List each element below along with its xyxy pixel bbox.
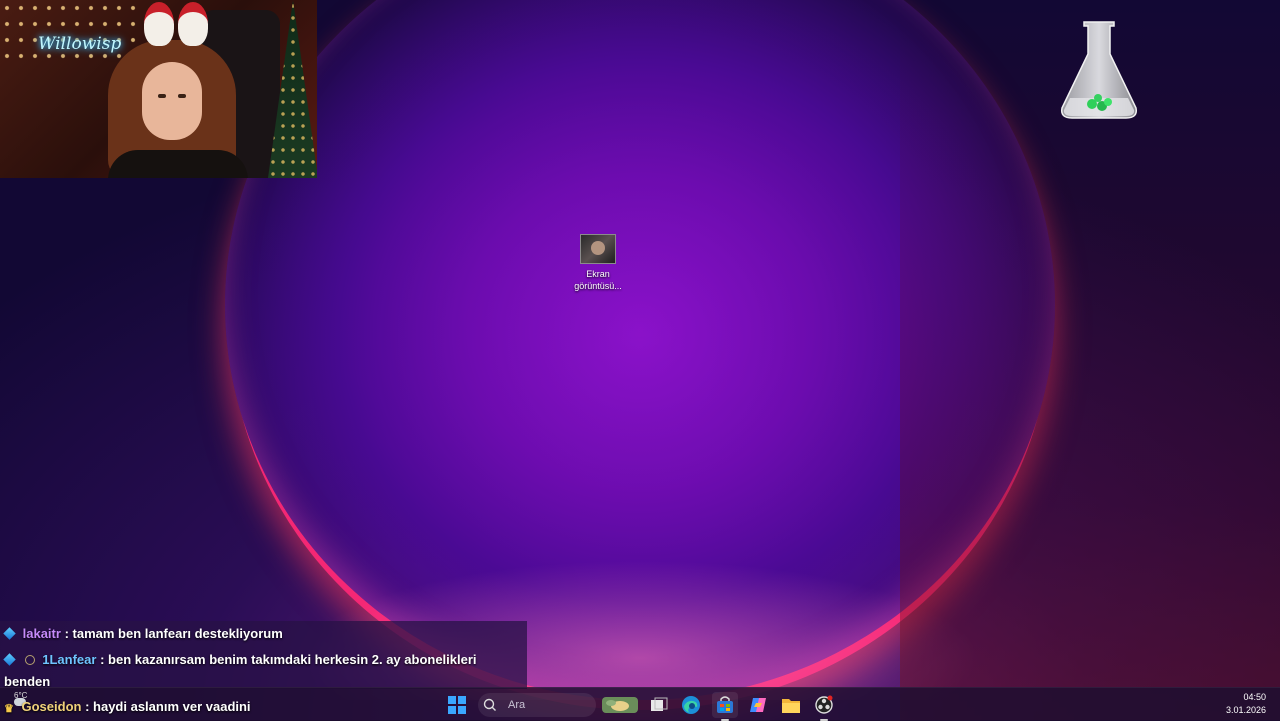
taskbar-search[interactable]: Ara	[478, 693, 596, 717]
file-explorer-icon	[782, 699, 800, 713]
chat-message: ♛ Goseidon : haydi aslanım ver vaadini	[4, 699, 251, 715]
santa-headband-right	[178, 2, 208, 46]
copilot-icon	[750, 698, 766, 712]
chat-text: ben kazanırsam benim takımdaki herkesin …	[108, 652, 477, 667]
streamer-eye-right	[178, 94, 186, 98]
copilot-button[interactable]	[745, 692, 771, 718]
streamer-face	[142, 62, 202, 140]
chat-username: 1Lanfear	[42, 652, 97, 667]
task-view-icon	[651, 697, 668, 711]
neon-sign: Willowisp	[38, 34, 122, 54]
file-explorer-button[interactable]	[778, 692, 804, 718]
chat-text: tamam ben lanfearı destekliyorum	[72, 626, 283, 641]
streamer-shirt	[108, 150, 248, 178]
widgets-button[interactable]	[600, 692, 640, 718]
chat-message: 1Lanfear : ben kazanırsam benim takımdak…	[3, 652, 477, 667]
chat-separator: :	[64, 626, 73, 641]
edge-icon	[682, 696, 700, 714]
chat-separator: :	[100, 652, 109, 667]
crown-badge-icon: ♛	[4, 703, 14, 715]
flask-icon	[1060, 21, 1138, 119]
store-icon	[717, 696, 733, 713]
desktop-icon-screenshot[interactable]: Ekran görüntüsü...	[566, 234, 630, 292]
start-button[interactable]	[444, 692, 470, 718]
screenshot-thumbnail	[580, 234, 616, 264]
clock-date: 3.01.2026	[1225, 705, 1266, 715]
desktop-icon-label: Ekran görüntüsü...	[574, 269, 622, 291]
chat-message: lakaitr : tamam ben lanfearı destekliyor…	[3, 626, 283, 641]
prediction-badge-icon	[24, 655, 35, 665]
chat-username: Goseidon	[21, 699, 82, 714]
chat-text: haydi aslanım ver vaadini	[93, 699, 251, 714]
obs-icon	[815, 695, 833, 714]
streamer-eye-left	[158, 94, 166, 98]
subscriber-badge-icon	[3, 653, 16, 666]
subscriber-badge-icon	[3, 627, 16, 640]
task-view-button[interactable]	[646, 692, 672, 718]
search-placeholder: Ara	[508, 699, 526, 711]
store-button[interactable]	[712, 692, 738, 721]
chat-username: lakaitr	[22, 626, 61, 641]
edge-button[interactable]	[678, 692, 704, 718]
webcam-overlay: Willowisp	[0, 0, 317, 178]
widgets-icon	[602, 697, 638, 713]
search-icon	[483, 698, 496, 711]
chat-separator: :	[85, 699, 94, 714]
obs-button[interactable]	[811, 692, 837, 721]
start-icon	[448, 696, 466, 714]
santa-headband-left	[144, 2, 174, 46]
taskbar-clock[interactable]: 04:50 3.01.2026	[1226, 691, 1266, 717]
clock-time: 04:50	[1243, 692, 1266, 702]
